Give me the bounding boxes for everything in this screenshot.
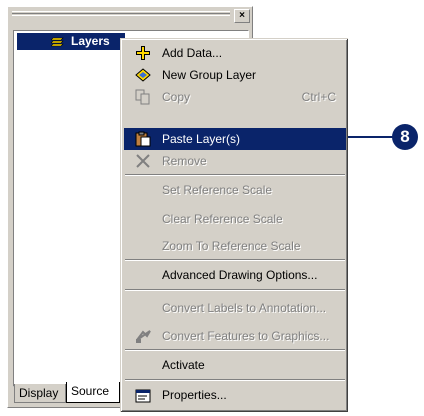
menu-item-label: Advanced Drawing Options... bbox=[162, 268, 318, 282]
callout-number: 8 bbox=[392, 124, 418, 150]
menu-item-convert-features[interactable]: Convert Features to Graphics... bbox=[124, 325, 346, 347]
callout-line bbox=[348, 136, 396, 138]
shortcut-label: Ctrl+C bbox=[301, 90, 336, 104]
menu-item-set-reference-scale[interactable]: Set Reference Scale bbox=[124, 179, 346, 201]
properties-icon bbox=[135, 389, 151, 403]
menu-item-label: Add Data... bbox=[162, 46, 223, 60]
tab-display[interactable]: Display bbox=[14, 384, 66, 403]
menu-item-add-data[interactable]: Add Data... bbox=[124, 42, 346, 64]
copy-icon bbox=[135, 89, 150, 105]
context-menu: Add Data... New Group Layer Copy Ctrl+C … bbox=[120, 38, 348, 412]
menu-item-zoom-to-reference-scale[interactable]: Zoom To Reference Scale bbox=[124, 235, 346, 257]
paste-icon bbox=[135, 131, 151, 147]
menu-item-label: Convert Features to Graphics... bbox=[162, 329, 330, 343]
menu-item-label: Remove bbox=[162, 154, 207, 168]
menu-separator bbox=[125, 259, 345, 261]
convert-features-icon bbox=[136, 330, 151, 343]
remove-icon bbox=[136, 154, 150, 168]
menu-item-label: Paste Layer(s) bbox=[162, 132, 241, 146]
menu-item-label: Zoom To Reference Scale bbox=[162, 239, 301, 253]
menu-item-label: Convert Labels to Annotation... bbox=[162, 301, 327, 315]
layers-node[interactable]: Layers bbox=[17, 33, 125, 50]
add-data-icon bbox=[136, 46, 150, 60]
menu-item-advanced-drawing-options[interactable]: Advanced Drawing Options... bbox=[124, 264, 346, 286]
menu-item-new-group-layer[interactable]: New Group Layer bbox=[124, 64, 346, 86]
menu-item-label: New Group Layer bbox=[162, 68, 257, 82]
group-layer-icon bbox=[135, 68, 151, 82]
menu-item-label: Properties... bbox=[162, 388, 227, 402]
menu-separator bbox=[125, 174, 345, 176]
menu-item-activate[interactable]: Activate bbox=[124, 354, 346, 376]
menu-item-paste-layers[interactable]: Paste Layer(s) bbox=[124, 128, 346, 150]
layers-label: Layers bbox=[71, 34, 110, 48]
menu-item-label: Copy bbox=[162, 90, 191, 104]
menu-item-properties[interactable]: Properties... bbox=[124, 384, 346, 406]
menu-item-label: Set Reference Scale bbox=[162, 183, 273, 197]
menu-item-clear-reference-scale[interactable]: Clear Reference Scale bbox=[124, 208, 346, 230]
menu-separator bbox=[125, 289, 345, 291]
close-button[interactable]: × bbox=[234, 9, 250, 23]
menu-item-label: Clear Reference Scale bbox=[162, 212, 283, 226]
window-grip[interactable] bbox=[12, 11, 230, 17]
menu-separator bbox=[125, 349, 345, 351]
menu-separator bbox=[125, 379, 345, 381]
layers-icon bbox=[51, 37, 64, 47]
menu-item-label: Activate bbox=[162, 358, 205, 372]
menu-item-copy[interactable]: Copy Ctrl+C bbox=[124, 86, 346, 108]
menu-item-convert-labels[interactable]: Convert Labels to Annotation... bbox=[124, 297, 346, 319]
tab-source[interactable]: Source bbox=[66, 382, 120, 403]
menu-item-remove[interactable]: Remove bbox=[124, 150, 346, 172]
